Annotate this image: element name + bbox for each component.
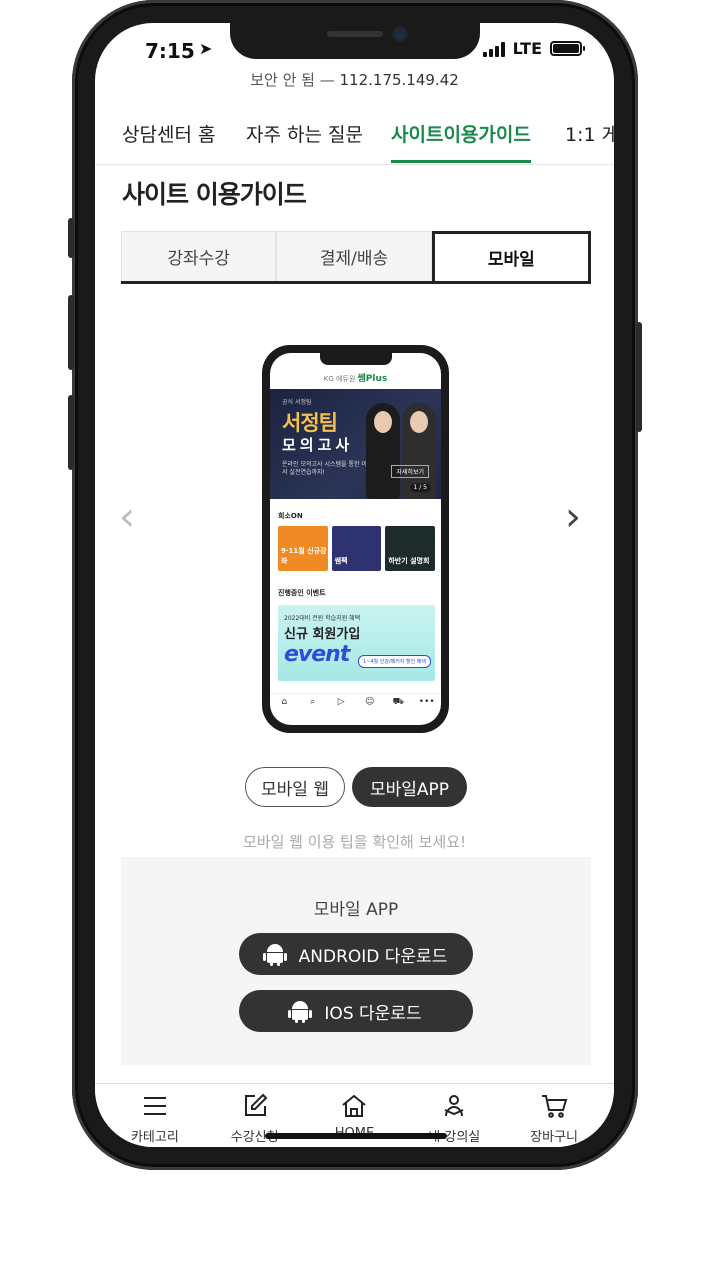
insecure-label: 보안 안 됨 — [250,71,335,89]
preview-search-icon: ⌕ [310,697,316,707]
edit-icon [244,1093,268,1116]
silent-switch [68,395,74,470]
power-button [636,322,642,432]
chevron-right-icon[interactable]: › [565,497,581,537]
ios-download-label: IOS 다운로드 [324,1003,422,1024]
tabbar-item-category[interactable]: 카테고리 [105,1084,205,1147]
chevron-left-icon[interactable]: ‹ [119,497,135,537]
download-title: 모바일 APP [313,900,399,920]
speaker [327,31,383,37]
page-title: 사이트 이용가이드 [122,180,307,209]
preview-tile: 9·11월 신규강좌 [278,526,328,571]
phone-screen: 7:15 ➤ LTE 보안 안 됨 — 112.175.149.42 상담센터 … [95,23,614,1147]
network-type: LTE [512,39,542,58]
preview-brand: 쌤Plus [357,374,388,384]
preview-more-icon: ••• [418,697,435,707]
home-indicator[interactable] [265,1133,447,1139]
cart-icon [542,1095,568,1118]
preview-person-1 [366,403,400,499]
status-indicators: LTE [482,39,585,58]
app-preview-image: KG 에듀원 쌤Plus 공식 서정팀 서정팀 모의고사 온라인 모의고사 시스… [262,345,449,733]
url-bar[interactable]: 보안 안 됨 — 112.175.149.42 [95,69,614,90]
mobile-app-button[interactable]: 모바일APP [352,767,467,807]
app-preview-screen: KG 에듀원 쌤Plus 공식 서정팀 서정팀 모의고사 온라인 모의고사 시스… [270,353,441,725]
android-icon [288,1000,313,1023]
tabbar-item-cart[interactable]: 장바구니 [504,1084,604,1147]
preview-tile: 쌤팩 [331,526,382,571]
status-time: 7:15 [145,39,195,63]
nav-tab-home[interactable]: 상담센터 홈 [122,120,215,160]
preview-banner-pager: 1 / 5 [409,483,431,492]
preview-user-icon: ☺ [365,697,375,707]
download-section: 모바일 APP ANDROID 다운로드 IOS 다운로드 [121,857,591,1065]
tab-mobile[interactable]: 모바일 [431,231,591,281]
preview-tiles: 9·11월 신규강좌 쌤팩 하반기 설명회 [278,526,436,571]
preview-section-1: 희소ON [278,512,303,520]
preview-tile: 하반기 설명회 [385,526,436,571]
home-icon [342,1094,367,1117]
preview-cart-icon: ⛟ [392,697,404,707]
tip-text: 모바일 웹 이용 팁을 확인해 보세요! [242,833,467,851]
notch [230,23,480,59]
tab-course[interactable]: 강좌수강 [121,231,277,281]
preview-header-small: KG 에듀원 [323,375,356,383]
mobile-web-button[interactable]: 모바일 웹 [245,767,345,807]
front-camera [394,28,406,40]
url-address: 112.175.149.42 [339,71,459,89]
preview-event-banner: 2022대비 전원 학습지원 혜택 신규 회원가입 event 1~4월 인강/… [278,605,435,681]
volume-up-button [68,218,74,258]
preview-event-line3: event [284,642,350,667]
tabbar-label: 장바구니 [530,1130,578,1145]
ios-download-button[interactable]: IOS 다운로드 [239,990,473,1032]
preview-section-2: 진행중인 이벤트 [278,589,326,597]
nav-tab-faq[interactable]: 자주 하는 질문 [246,120,363,160]
preview-tabbar: ⌂ ⌕ ▷ ☺ ⛟ ••• [270,693,441,719]
preview-home-icon: ⌂ [281,697,288,707]
preview-banner: 공식 서정팀 서정팀 모의고사 온라인 모의고사 시스템을 통한 이론 점검에서… [270,389,441,499]
preview-notch [320,353,392,365]
preview-banner-title: 서정팀 [282,411,338,435]
android-download-button[interactable]: ANDROID 다운로드 [239,933,473,975]
learner-icon [444,1095,464,1117]
preview-event-line2: 신규 회원가입 [284,627,361,642]
android-icon [262,943,287,966]
top-nav: 상담센터 홈 자주 하는 질문 사이트이용가이드 1:1 게 [95,103,614,165]
android-download-label: ANDROID 다운로드 [298,946,448,967]
nav-tab-inquiry[interactable]: 1:1 게 [565,120,614,160]
volume-down-button [68,295,74,370]
battery-icon [550,41,585,56]
preview-banner-subtitle: 모의고사 [282,436,354,454]
signal-icon [482,41,505,57]
preview-play-icon: ▷ [337,697,345,707]
location-arrow-icon: ➤ [199,39,213,58]
preview-banner-small: 공식 서정팀 [282,399,312,406]
preview-banner-more: 자세히보기 [391,465,429,478]
menu-icon [143,1097,166,1115]
preview-event-pill: 1~4월 인강/패키지 할인 혜택 [357,655,431,668]
nav-tab-guide[interactable]: 사이트이용가이드 [391,120,531,163]
guide-category-tabs: 강좌수강 결제/배송 모바일 [121,231,591,284]
tabbar-label: 카테고리 [130,1130,179,1145]
preview-header: KG 에듀원 쌤Plus [270,371,441,384]
tab-payment-delivery[interactable]: 결제/배송 [276,231,432,281]
preview-event-line1: 2022대비 전원 학습지원 혜택 [284,615,361,622]
